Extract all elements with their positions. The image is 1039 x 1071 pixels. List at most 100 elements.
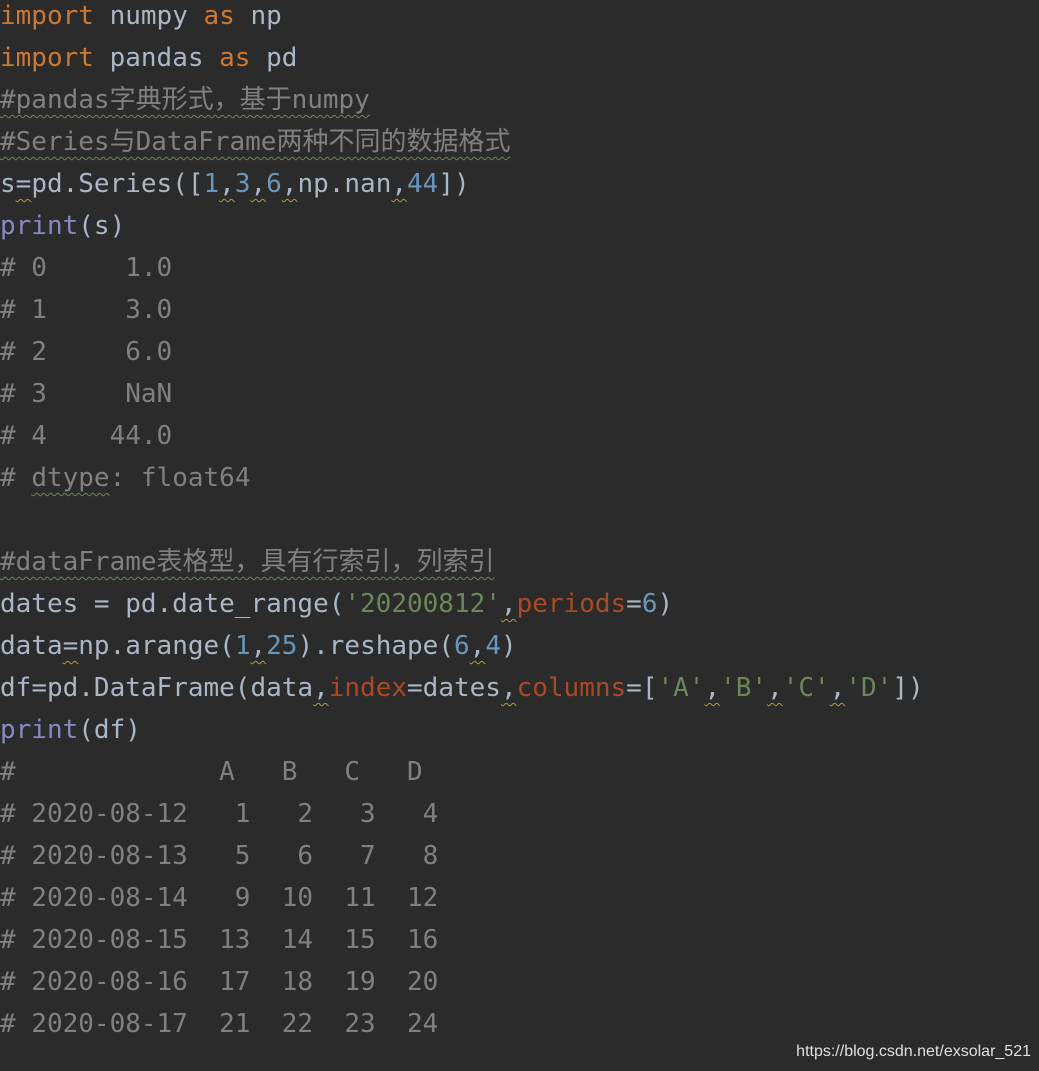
code-token: # 2020-08-15 13 14 15 16 [0,925,439,955]
code-token: print [0,715,79,745]
code-line[interactable]: # 2020-08-14 9 10 11 12 [0,877,1039,919]
code-token: # 3 NaN [0,379,173,409]
code-token: 44 [407,169,439,199]
code-token: ) [657,589,674,619]
code-token: , [500,589,517,619]
code-token: np.arange( [78,631,235,661]
code-token: s [0,169,16,199]
code-token: : float64 [109,463,251,493]
code-token: , [767,673,783,703]
code-token: #Series与DataFrame两种不同的数据格式 [0,127,511,157]
code-line[interactable]: # 2020-08-15 13 14 15 16 [0,919,1039,961]
code-line[interactable]: df=pd.DataFrame(data,index=dates,columns… [0,667,1039,709]
code-token: , [500,673,517,703]
code-token: # 2020-08-14 9 10 11 12 [0,883,439,913]
code-token: df [0,673,32,703]
code-token: as [219,43,251,73]
code-token: (df) [78,715,141,745]
code-token: 25 [266,631,298,661]
code-token: print [0,211,79,241]
code-token: 'B' [720,673,768,703]
code-token: , [704,673,721,703]
code-token: pandas [93,43,220,73]
code-token: , [469,631,486,661]
code-line[interactable]: # A B C D [0,751,1039,793]
code-token: np.nan [297,169,392,199]
code-token: data [0,631,63,661]
code-token: 6 [266,169,282,199]
code-token: 'A' [657,673,705,703]
code-line[interactable]: #Series与DataFrame两种不同的数据格式 [0,121,1039,163]
code-token: , [219,169,235,199]
code-token: #dataFrame表格型，具有行索引，列索引 [0,547,495,577]
code-token: =[ [626,673,658,703]
code-token: import [0,43,94,73]
code-token: # 2020-08-13 5 6 7 8 [0,841,439,871]
code-token: , [313,673,329,703]
code-token: # 1 3.0 [0,295,173,325]
code-token: #pandas字典形式，基于numpy [0,85,370,115]
code-token: , [281,169,298,199]
code-token: # 2 6.0 [0,337,173,367]
code-token: periods [516,589,627,619]
code-token: 1 [234,631,251,661]
code-token: 4 [485,631,501,661]
code-line[interactable]: import numpy as np [0,0,1039,37]
code-token: # [0,463,32,493]
code-token: = [62,631,79,661]
code-line[interactable]: print(s) [0,205,1039,247]
code-line[interactable]: # 1 3.0 [0,289,1039,331]
code-token: ) [500,631,517,661]
code-line[interactable]: s=pd.Series([1,3,6,np.nan,44]) [0,163,1039,205]
code-token: , [250,631,267,661]
watermark-text: https://blog.csdn.net/exsolar_521 [796,1043,1031,1060]
code-token: np [234,1,282,31]
code-line[interactable]: import pandas as pd [0,37,1039,79]
code-line[interactable]: #dataFrame表格型，具有行索引，列索引 [0,541,1039,583]
code-token: = [15,169,32,199]
code-token: # 2020-08-16 17 18 19 20 [0,967,439,997]
code-token: as [203,1,235,31]
code-line[interactable]: # 2020-08-13 5 6 7 8 [0,835,1039,877]
code-token: 1 [203,169,220,199]
code-token: 'D' [845,673,893,703]
code-token: (s) [78,211,126,241]
code-token: , [391,169,408,199]
code-token: 3 [234,169,251,199]
code-token: = [31,673,47,703]
code-token: = [626,589,642,619]
code-token: =dates [407,673,501,703]
code-line[interactable]: print(df) [0,709,1039,751]
code-line[interactable]: # dtype: float64 [0,457,1039,499]
code-line[interactable]: # 0 1.0 [0,247,1039,289]
code-token: index [328,673,408,703]
code-editor[interactable]: import numpy as np import pandas as pd #pa… [0,0,1039,1045]
code-token: ).reshape( [297,631,454,661]
code-line[interactable]: #pandas字典形式，基于numpy [0,79,1039,121]
code-token: dtype [31,463,110,493]
code-line[interactable]: # 2020-08-16 17 18 19 20 [0,961,1039,1003]
code-token: , [829,673,846,703]
code-token: columns [516,673,627,703]
code-token: # A B C D [0,757,423,787]
code-line[interactable] [0,499,1039,541]
code-line[interactable]: # 2 6.0 [0,331,1039,373]
code-token: pd.DataFrame(data [46,673,314,703]
code-token: 6 [454,631,470,661]
code-line[interactable]: data=np.arange(1,25).reshape(6,4) [0,625,1039,667]
code-line[interactable]: # 2020-08-17 21 22 23 24 [0,1003,1039,1045]
code-token: numpy [93,1,204,31]
code-token: , [250,169,267,199]
code-token: ]) [438,169,470,199]
code-token: pd [250,43,298,73]
code-token: pd.Series([ [31,169,204,199]
code-line[interactable]: # 3 NaN [0,373,1039,415]
code-token: # 4 44.0 [0,421,173,451]
code-token: 'C' [782,673,830,703]
code-token: # 0 1.0 [0,253,173,283]
code-token: '20200812' [344,589,501,619]
code-token: dates = pd.date_range( [0,589,345,619]
code-line[interactable]: dates = pd.date_range('20200812',periods… [0,583,1039,625]
code-line[interactable]: # 4 44.0 [0,415,1039,457]
code-line[interactable]: # 2020-08-12 1 2 3 4 [0,793,1039,835]
